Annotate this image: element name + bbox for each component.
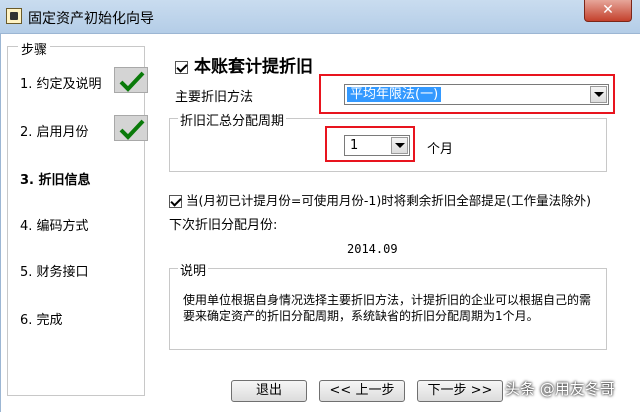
steps-panel: 步骤 1. 约定及说明 2. 启用月份 3. 折旧信息 4. 编码方式 5. 财… — [7, 39, 148, 396]
method-label: 主要折旧方法 — [175, 90, 254, 105]
final-month-checkbox-label: 当(月初已计提月份=可使用月份-1)时将剩余折旧全部提足(工作量法除外) — [186, 193, 591, 208]
next-period-label: 下次折旧分配月份: — [169, 218, 278, 233]
app-icon — [6, 8, 22, 24]
close-button[interactable]: ✕ — [584, 0, 632, 22]
checkbox-icon[interactable] — [169, 195, 182, 208]
period-group-title: 折旧汇总分配周期 — [178, 110, 287, 129]
step-6: 6. 完成 — [20, 313, 63, 328]
step-3-active: 3. 折旧信息 — [20, 173, 91, 188]
annotation-box — [325, 126, 415, 162]
exit-button[interactable]: 退出 — [231, 380, 307, 402]
period-unit: 个月 — [427, 142, 454, 157]
step-5: 5. 财务接口 — [20, 265, 89, 280]
checkmark-icon — [114, 67, 148, 93]
note-title: 说明 — [178, 260, 209, 279]
next-button[interactable]: 下一步 >> — [417, 380, 503, 402]
step-1: 1. 约定及说明 — [20, 77, 102, 92]
step-4: 4. 编码方式 — [20, 219, 89, 234]
note-text: 使用单位根据自身情况选择主要折旧方法，计提折旧的企业可以根据自己的需要来确定资产… — [183, 293, 592, 323]
final-month-checkbox[interactable]: 当(月初已计提月份=可使用月份-1)时将剩余折旧全部提足(工作量法除外) — [169, 190, 591, 209]
title-bar: 固定资产初始化向导 ✕ — [0, 0, 640, 34]
prev-button[interactable]: << 上一步 — [319, 380, 405, 402]
watermark-text: 头条 @用友冬哥 — [505, 380, 615, 398]
checkmark-icon — [114, 115, 148, 141]
next-period-value: 2014.09 — [347, 242, 398, 256]
depreciation-checkbox[interactable]: 本账套计提折旧 — [175, 52, 313, 77]
annotation-box — [319, 74, 615, 114]
depreciation-checkbox-label: 本账套计提折旧 — [194, 57, 313, 77]
checkbox-icon[interactable] — [175, 60, 188, 74]
step-2: 2. 启用月份 — [20, 125, 89, 140]
wizard-body: 步骤 1. 约定及说明 2. 启用月份 3. 折旧信息 4. 编码方式 5. 财… — [0, 34, 640, 412]
window-title: 固定资产初始化向导 — [28, 11, 154, 27]
steps-title: 步骤 — [18, 39, 51, 58]
